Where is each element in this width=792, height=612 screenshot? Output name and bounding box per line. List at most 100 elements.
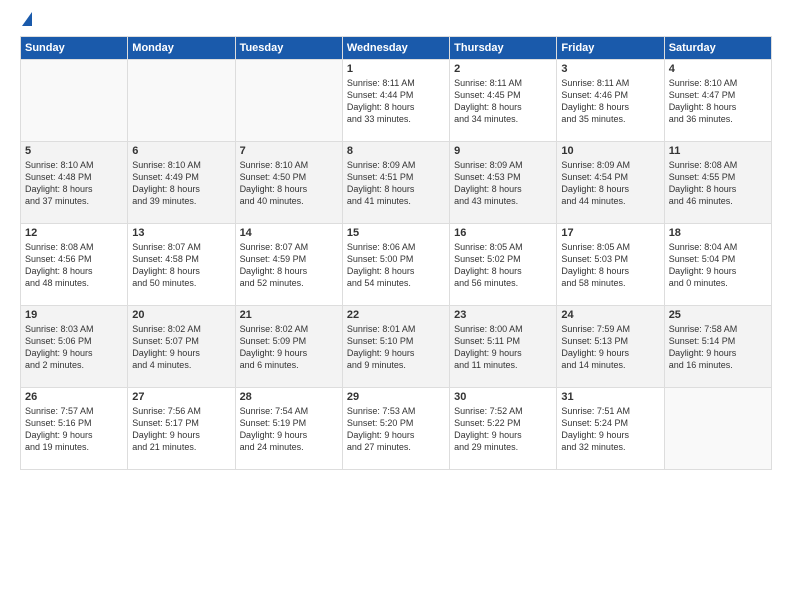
day-number: 28 — [240, 391, 338, 403]
weekday-thursday: Thursday — [450, 37, 557, 60]
day-number: 9 — [454, 145, 552, 157]
calendar-cell: 8Sunrise: 8:09 AM Sunset: 4:51 PM Daylig… — [342, 142, 449, 224]
calendar-cell: 1 Sunrise: 8:11 AM Sunset: 4:44 PM Daylig… — [342, 60, 449, 142]
calendar-cell: 14Sunrise: 8:07 AM Sunset: 4:59 PM Dayli… — [235, 224, 342, 306]
day-number: 27 — [132, 391, 230, 403]
calendar-cell — [21, 60, 128, 142]
day-info: Sunrise: 8:11 AM Sunset: 4:46 PM Dayligh… — [561, 77, 659, 126]
weekday-sunday: Sunday — [21, 37, 128, 60]
day-info: Sunrise: 8:08 AM Sunset: 4:56 PM Dayligh… — [25, 241, 123, 290]
calendar-cell: 3 Sunrise: 8:11 AM Sunset: 4:46 PM Daylig… — [557, 60, 664, 142]
day-info: Sunrise: 7:58 AM Sunset: 5:14 PM Dayligh… — [669, 323, 767, 372]
calendar-cell: 10 Sunrise: 8:09 AM Sunset: 4:54 PM Dayli… — [557, 142, 664, 224]
calendar-cell: 24 Sunrise: 7:59 AM Sunset: 5:13 PM Dayli… — [557, 306, 664, 388]
calendar-cell: 7 Sunrise: 8:10 AM Sunset: 4:50 PM Daylig… — [235, 142, 342, 224]
calendar-cell: 5Sunrise: 8:10 AM Sunset: 4:48 PM Daylig… — [21, 142, 128, 224]
day-number: 20 — [132, 309, 230, 321]
day-number: 1 — [347, 63, 445, 75]
day-info: Sunrise: 8:04 AM Sunset: 5:04 PM Dayligh… — [669, 241, 767, 290]
day-number: 7 — [240, 145, 338, 157]
day-number: 31 — [561, 391, 659, 403]
day-number: 4 — [669, 63, 767, 75]
day-info: Sunrise: 7:54 AM Sunset: 5:19 PM Dayligh… — [240, 405, 338, 454]
day-info: Sunrise: 8:11 AM Sunset: 4:45 PM Dayligh… — [454, 77, 552, 126]
day-info: Sunrise: 8:06 AM Sunset: 5:00 PM Dayligh… — [347, 241, 445, 290]
calendar-cell: 11Sunrise: 8:08 AM Sunset: 4:55 PM Dayli… — [664, 142, 771, 224]
calendar-cell: 23Sunrise: 8:00 AM Sunset: 5:11 PM Dayli… — [450, 306, 557, 388]
day-info: Sunrise: 8:11 AM Sunset: 4:44 PM Dayligh… — [347, 77, 445, 126]
weekday-monday: Monday — [128, 37, 235, 60]
day-info: Sunrise: 8:10 AM Sunset: 4:50 PM Dayligh… — [240, 159, 338, 208]
day-number: 13 — [132, 227, 230, 239]
calendar-cell: 19Sunrise: 8:03 AM Sunset: 5:06 PM Dayli… — [21, 306, 128, 388]
day-info: Sunrise: 8:09 AM Sunset: 4:51 PM Dayligh… — [347, 159, 445, 208]
calendar-cell: 12 Sunrise: 8:08 AM Sunset: 4:56 PM Dayli… — [21, 224, 128, 306]
weekday-saturday: Saturday — [664, 37, 771, 60]
page: SundayMondayTuesdayWednesdayThursdayFrid… — [0, 0, 792, 612]
day-info: Sunrise: 8:10 AM Sunset: 4:48 PM Dayligh… — [25, 159, 123, 208]
day-info: Sunrise: 8:03 AM Sunset: 5:06 PM Dayligh… — [25, 323, 123, 372]
day-number: 6 — [132, 145, 230, 157]
weekday-friday: Friday — [557, 37, 664, 60]
calendar-week-row-1: 1 Sunrise: 8:11 AM Sunset: 4:44 PM Daylig… — [21, 60, 772, 142]
calendar-cell: 13 Sunrise: 8:07 AM Sunset: 4:58 PM Dayli… — [128, 224, 235, 306]
day-info: Sunrise: 7:56 AM Sunset: 5:17 PM Dayligh… — [132, 405, 230, 454]
calendar-cell: 2 Sunrise: 8:11 AM Sunset: 4:45 PM Daylig… — [450, 60, 557, 142]
calendar-cell: 30 Sunrise: 7:52 AM Sunset: 5:22 PM Dayli… — [450, 388, 557, 470]
weekday-header-row: SundayMondayTuesdayWednesdayThursdayFrid… — [21, 37, 772, 60]
calendar-cell: 31 Sunrise: 7:51 AM Sunset: 5:24 PM Dayli… — [557, 388, 664, 470]
day-number: 10 — [561, 145, 659, 157]
calendar-week-row-3: 12 Sunrise: 8:08 AM Sunset: 4:56 PM Dayli… — [21, 224, 772, 306]
calendar-cell — [128, 60, 235, 142]
day-info: Sunrise: 8:07 AM Sunset: 4:58 PM Dayligh… — [132, 241, 230, 290]
logo — [20, 16, 32, 26]
calendar-cell: 20 Sunrise: 8:02 AM Sunset: 5:07 PM Dayli… — [128, 306, 235, 388]
calendar-cell: 28 Sunrise: 7:54 AM Sunset: 5:19 PM Dayli… — [235, 388, 342, 470]
day-number: 15 — [347, 227, 445, 239]
day-info: Sunrise: 7:59 AM Sunset: 5:13 PM Dayligh… — [561, 323, 659, 372]
header — [20, 16, 772, 26]
calendar-table: SundayMondayTuesdayWednesdayThursdayFrid… — [20, 36, 772, 470]
calendar-cell: 9 Sunrise: 8:09 AM Sunset: 4:53 PM Daylig… — [450, 142, 557, 224]
logo-triangle-icon — [22, 12, 32, 26]
day-number: 21 — [240, 309, 338, 321]
calendar-week-row-2: 5Sunrise: 8:10 AM Sunset: 4:48 PM Daylig… — [21, 142, 772, 224]
day-number: 18 — [669, 227, 767, 239]
calendar-cell: 29Sunrise: 7:53 AM Sunset: 5:20 PM Dayli… — [342, 388, 449, 470]
calendar-week-row-4: 19Sunrise: 8:03 AM Sunset: 5:06 PM Dayli… — [21, 306, 772, 388]
calendar-cell: 21 Sunrise: 8:02 AM Sunset: 5:09 PM Dayli… — [235, 306, 342, 388]
day-info: Sunrise: 8:10 AM Sunset: 4:49 PM Dayligh… — [132, 159, 230, 208]
day-number: 22 — [347, 309, 445, 321]
day-info: Sunrise: 8:02 AM Sunset: 5:09 PM Dayligh… — [240, 323, 338, 372]
day-number: 29 — [347, 391, 445, 403]
day-info: Sunrise: 8:09 AM Sunset: 4:53 PM Dayligh… — [454, 159, 552, 208]
calendar-cell: 27 Sunrise: 7:56 AM Sunset: 5:17 PM Dayli… — [128, 388, 235, 470]
day-number: 2 — [454, 63, 552, 75]
day-info: Sunrise: 8:02 AM Sunset: 5:07 PM Dayligh… — [132, 323, 230, 372]
day-info: Sunrise: 7:52 AM Sunset: 5:22 PM Dayligh… — [454, 405, 552, 454]
calendar-cell: 6 Sunrise: 8:10 AM Sunset: 4:49 PM Daylig… — [128, 142, 235, 224]
day-number: 14 — [240, 227, 338, 239]
day-number: 3 — [561, 63, 659, 75]
day-number: 24 — [561, 309, 659, 321]
day-info: Sunrise: 8:01 AM Sunset: 5:10 PM Dayligh… — [347, 323, 445, 372]
day-number: 12 — [25, 227, 123, 239]
day-number: 25 — [669, 309, 767, 321]
day-info: Sunrise: 7:51 AM Sunset: 5:24 PM Dayligh… — [561, 405, 659, 454]
day-number: 11 — [669, 145, 767, 157]
day-number: 16 — [454, 227, 552, 239]
day-info: Sunrise: 8:09 AM Sunset: 4:54 PM Dayligh… — [561, 159, 659, 208]
day-number: 30 — [454, 391, 552, 403]
calendar-cell: 22 Sunrise: 8:01 AM Sunset: 5:10 PM Dayli… — [342, 306, 449, 388]
day-number: 26 — [25, 391, 123, 403]
calendar-cell: 18 Sunrise: 8:04 AM Sunset: 5:04 PM Dayli… — [664, 224, 771, 306]
day-number: 17 — [561, 227, 659, 239]
calendar-cell — [235, 60, 342, 142]
day-info: Sunrise: 8:10 AM Sunset: 4:47 PM Dayligh… — [669, 77, 767, 126]
calendar-cell: 4 Sunrise: 8:10 AM Sunset: 4:47 PM Daylig… — [664, 60, 771, 142]
calendar-cell: 25 Sunrise: 7:58 AM Sunset: 5:14 PM Dayli… — [664, 306, 771, 388]
calendar-cell: 17 Sunrise: 8:05 AM Sunset: 5:03 PM Dayli… — [557, 224, 664, 306]
weekday-tuesday: Tuesday — [235, 37, 342, 60]
day-info: Sunrise: 8:05 AM Sunset: 5:03 PM Dayligh… — [561, 241, 659, 290]
weekday-wednesday: Wednesday — [342, 37, 449, 60]
